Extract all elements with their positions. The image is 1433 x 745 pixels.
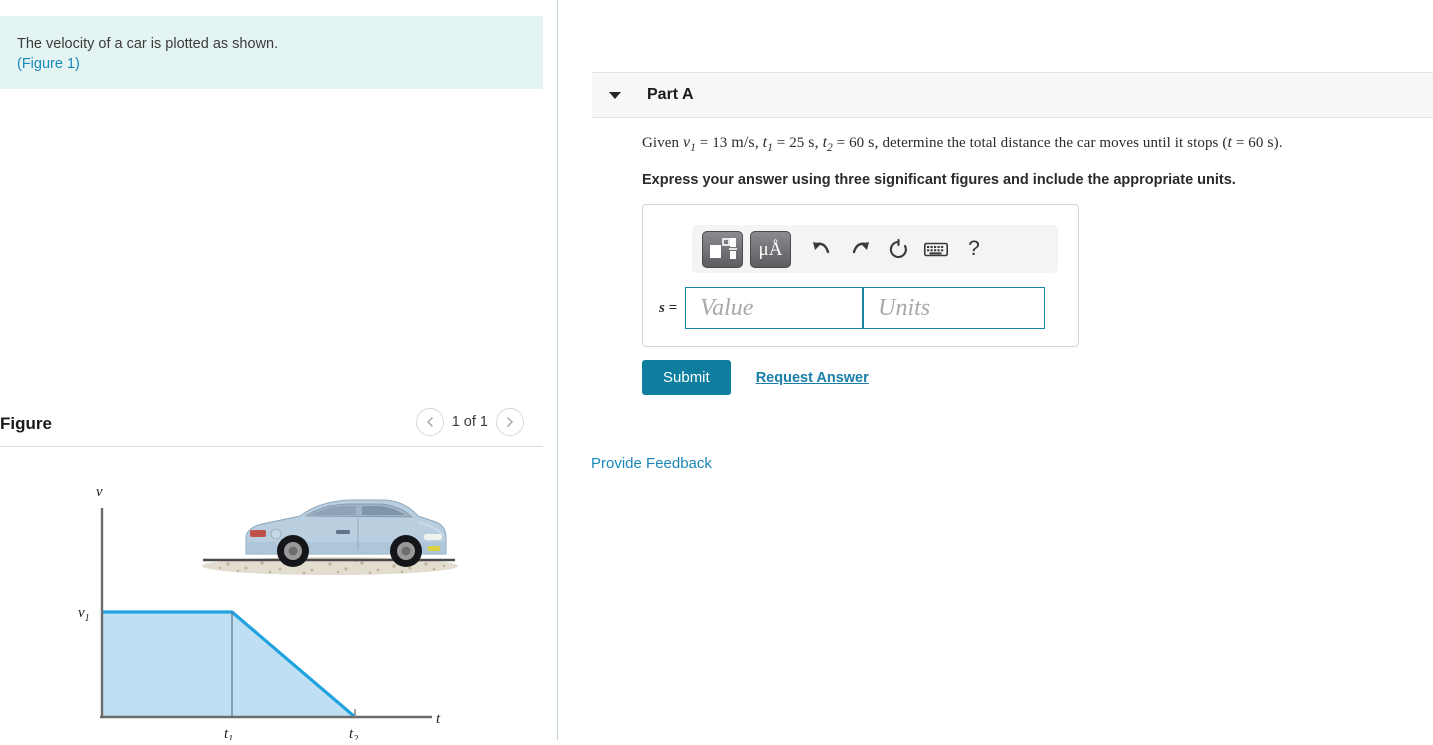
figure-divider: [0, 446, 543, 447]
figure-image[interactable]: v t v1 t1 t2: [0, 450, 543, 745]
redo-icon[interactable]: [841, 230, 879, 268]
submit-button[interactable]: Submit: [642, 360, 731, 395]
car-wheel-front: [390, 535, 422, 567]
t1-value: = 25: [776, 135, 805, 151]
chevron-left-icon: [426, 417, 433, 427]
figure-counter: 1 of 1: [451, 414, 488, 430]
part-a-header[interactable]: Part A: [592, 72, 1433, 118]
t1-tick-label: t1: [224, 726, 233, 740]
problem-statement-text: The velocity of a car is plotted as show…: [17, 36, 279, 52]
answer-entry-row: s =: [659, 287, 1046, 329]
t2-value: = 60: [836, 135, 865, 151]
reset-glyph: [889, 238, 907, 258]
v1-symbol: v1: [683, 134, 696, 155]
undo-icon[interactable]: [803, 230, 841, 268]
question-end-text: ).: [1273, 135, 1283, 151]
part-a-body: Given v1 = 13 m/s, t1 = 25 s, t2 = 60 s,…: [642, 134, 1432, 188]
reset-icon[interactable]: [879, 230, 917, 268]
car-wheel-rear: [277, 535, 309, 567]
math-template-glyph: [709, 238, 737, 259]
t2-units: s,: [868, 134, 879, 151]
answer-symbol-label: s =: [659, 299, 678, 316]
answer-input-container: μÅ ? s = Value Units: [642, 204, 1079, 347]
question-given-word: Given: [642, 135, 680, 151]
v1-value: = 13: [699, 135, 728, 151]
t1-symbol: t1: [762, 134, 773, 155]
t2-tick-label: t2: [349, 726, 358, 740]
t-value: = 60: [1235, 135, 1264, 151]
figure-pager: 1 of 1: [415, 408, 524, 436]
v-axis-label: v: [96, 484, 103, 500]
chevron-right-icon: [507, 417, 513, 427]
figure-title: Figure: [0, 414, 52, 433]
question-middle-text: determine the total distance the car mov…: [882, 135, 1228, 151]
provide-feedback-link[interactable]: Provide Feedback: [591, 455, 712, 472]
t2-symbol: t2: [822, 134, 833, 155]
figure-header: Figure 1 of 1: [0, 404, 543, 446]
help-icon[interactable]: ?: [955, 230, 993, 268]
question-text: Given v1 = 13 m/s, t1 = 25 s, t2 = 60 s,…: [642, 134, 1432, 154]
keyboard-icon[interactable]: [917, 230, 955, 268]
answer-units-input[interactable]: [863, 287, 1046, 329]
car-illustration: [202, 499, 458, 575]
answer-value-input[interactable]: [685, 287, 864, 329]
math-template-icon[interactable]: [702, 230, 743, 268]
answer-toolbar: μÅ ?: [692, 225, 1058, 273]
v1-tick-label: v1: [78, 605, 90, 624]
submit-row: Submit Request Answer: [642, 360, 869, 395]
figure-reference-link[interactable]: (Figure 1): [17, 54, 523, 74]
micro-angstrom-units-icon[interactable]: μÅ: [750, 230, 791, 268]
request-answer-link[interactable]: Request Answer: [756, 370, 869, 386]
problem-statement-panel: The velocity of a car is plotted as show…: [0, 16, 543, 89]
t-symbol: t: [1227, 134, 1232, 151]
graph-area-fill: [102, 612, 355, 717]
t1-units: s,: [808, 134, 819, 151]
figure-next-button[interactable]: [496, 408, 524, 436]
redo-glyph: [852, 242, 869, 254]
velocity-time-graph: v t v1 t1 t2: [78, 484, 458, 745]
figure-prev-button[interactable]: [415, 408, 444, 436]
caret-down-icon: [609, 91, 621, 99]
answer-right-pane: Part A Given v1 = 13 m/s, t1 = 25 s, t2 …: [558, 0, 1433, 740]
v1-units: m/s,: [731, 134, 759, 151]
undo-glyph: [813, 242, 830, 254]
problem-left-pane: The velocity of a car is plotted as show…: [0, 0, 543, 745]
answer-instruction: Express your answer using three signific…: [642, 172, 1236, 189]
t-axis-label: t: [436, 711, 441, 727]
part-a-label: Part A: [647, 86, 694, 103]
keyboard-glyph: [924, 242, 948, 256]
